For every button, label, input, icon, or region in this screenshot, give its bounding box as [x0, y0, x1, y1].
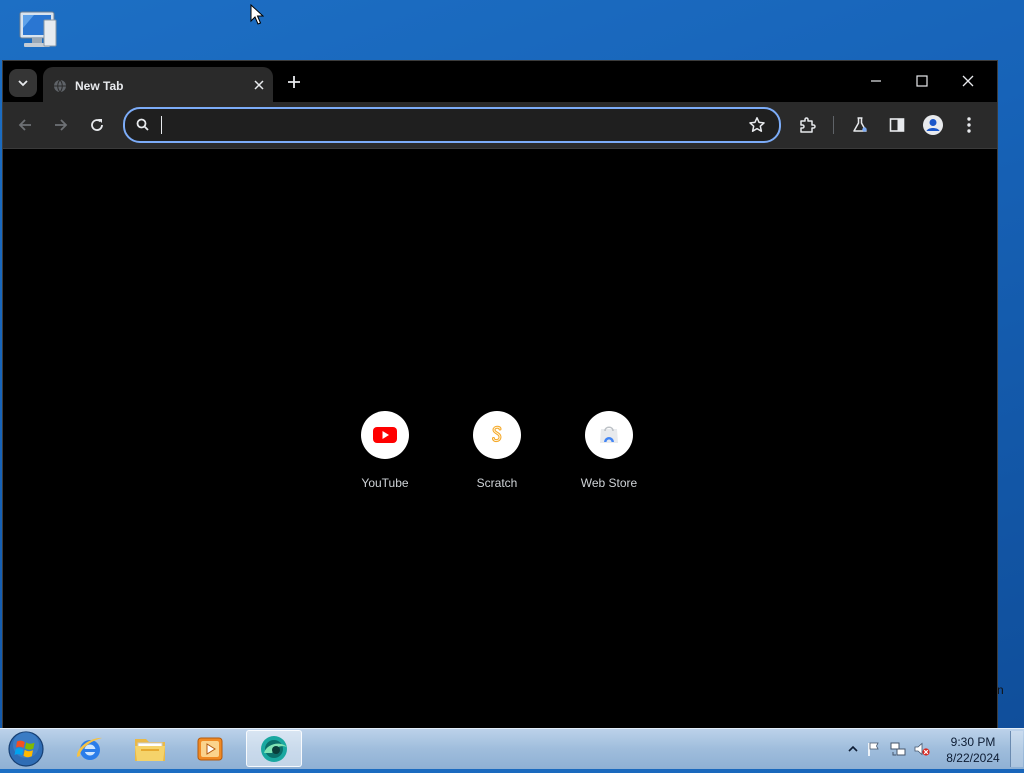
puzzle-piece-icon	[800, 117, 816, 133]
forward-button[interactable]	[48, 112, 74, 138]
tab-close-icon[interactable]	[251, 77, 267, 93]
profile-button[interactable]	[920, 112, 946, 138]
shortcut-youtube[interactable]: YouTube	[335, 411, 435, 490]
browser-icon	[261, 735, 287, 762]
show-hidden-icons-icon[interactable]	[845, 741, 861, 757]
menu-button[interactable]	[956, 112, 982, 138]
close-window-button[interactable]	[953, 68, 983, 94]
arrow-left-icon	[18, 119, 31, 131]
clock-date: 8/22/2024	[946, 751, 1000, 765]
taskbar-internet-explorer[interactable]	[62, 730, 118, 767]
title-bar: New Tab	[3, 61, 997, 103]
shortcut-label: Web Store	[580, 476, 638, 490]
youtube-icon	[373, 427, 397, 443]
minimize-icon	[871, 80, 881, 82]
extensions-button[interactable]	[794, 112, 820, 138]
file-explorer-icon	[135, 738, 165, 761]
shortcut-web-store-tile[interactable]	[585, 411, 633, 459]
shortcut-label: YouTube	[361, 476, 409, 490]
tab-search-button[interactable]	[9, 69, 37, 97]
chevron-down-icon	[18, 80, 28, 87]
network-icon[interactable]	[890, 741, 906, 757]
windows-logo-icon	[8, 731, 44, 767]
minimize-button[interactable]	[861, 68, 891, 94]
maximize-icon	[916, 75, 928, 87]
globe-icon	[53, 79, 67, 93]
reload-button[interactable]	[84, 112, 110, 138]
reload-icon	[91, 119, 103, 131]
volume-muted-icon[interactable]	[914, 741, 930, 757]
flask-icon	[853, 117, 867, 132]
arrow-right-icon	[55, 119, 68, 131]
side-panel-button[interactable]	[884, 112, 910, 138]
browser-window: New Tab YouTube Scratch Web Store	[3, 61, 997, 728]
clock-time: 9:30 PM	[950, 735, 996, 749]
maximize-button[interactable]	[907, 68, 937, 94]
text-caret	[161, 116, 162, 134]
new-tab-page: YouTube Scratch Web Store	[3, 149, 997, 728]
close-icon	[962, 75, 974, 87]
plus-icon	[288, 76, 300, 88]
show-desktop-button[interactable]	[1010, 731, 1023, 767]
new-tab-button[interactable]	[283, 71, 305, 93]
start-button[interactable]	[6, 730, 46, 768]
tab-title: New Tab	[75, 79, 124, 93]
search-icon	[135, 117, 151, 133]
scratch-icon	[492, 425, 502, 443]
internet-explorer-icon	[76, 737, 102, 760]
system-clock[interactable]: 9:30 PM 8/22/2024	[940, 734, 1006, 766]
shortcut-scratch-tile[interactable]	[473, 411, 521, 459]
shortcut-label: Scratch	[476, 476, 518, 490]
labs-button[interactable]	[847, 112, 873, 138]
browser-toolbar	[3, 102, 997, 149]
avatar-icon	[923, 115, 943, 135]
web-store-icon	[600, 426, 618, 443]
taskbar-browser[interactable]	[246, 730, 302, 767]
action-center-flag-icon[interactable]	[866, 741, 882, 757]
shortcut-scratch[interactable]: Scratch	[447, 411, 547, 490]
shortcut-youtube-tile[interactable]	[361, 411, 409, 459]
side-panel-icon	[889, 118, 905, 132]
desktop-stray-text: n	[997, 683, 1004, 697]
address-input[interactable]	[159, 113, 743, 139]
shortcut-web-store[interactable]: Web Store	[559, 411, 659, 490]
computer-desktop-icon[interactable]	[14, 8, 64, 54]
mouse-cursor-icon	[250, 3, 265, 26]
address-bar[interactable]	[123, 107, 781, 143]
taskbar-media-player[interactable]	[182, 730, 238, 767]
taskbar-file-explorer[interactable]	[122, 730, 178, 767]
taskbar: 9:30 PM 8/22/2024	[0, 728, 1024, 769]
media-player-icon	[197, 737, 223, 760]
toolbar-divider	[833, 116, 834, 134]
bookmark-star-icon[interactable]	[747, 115, 767, 135]
tab-new-tab[interactable]: New Tab	[43, 67, 273, 103]
back-button[interactable]	[12, 112, 38, 138]
kebab-menu-icon	[967, 117, 971, 133]
